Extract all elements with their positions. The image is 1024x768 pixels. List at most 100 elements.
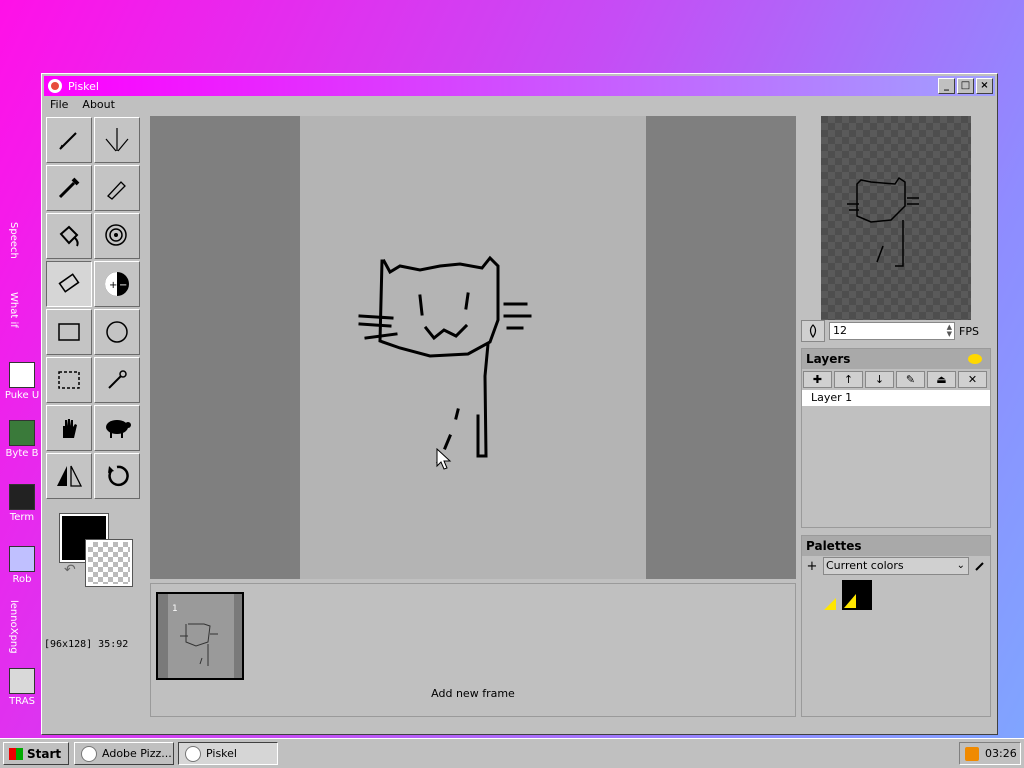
- plus-icon: ✚: [812, 373, 823, 386]
- windows-logo-icon: [9, 747, 23, 760]
- desktop-icon-label: Rob: [12, 574, 32, 585]
- pen-icon: [59, 132, 77, 150]
- svg-text:+: +: [109, 280, 117, 291]
- palette-icon: [185, 745, 201, 762]
- onion-skin-icon[interactable]: [801, 320, 825, 342]
- layer-toolbar: ✚ ↑ ↓ ✎ ⏏ ✕: [802, 369, 990, 390]
- desktop-icon[interactable]: Term: [2, 484, 42, 523]
- paint-same-color-tool[interactable]: [94, 213, 140, 259]
- taskbar-item-piskel[interactable]: Piskel: [178, 742, 278, 765]
- marker-icon: [58, 177, 80, 199]
- palette-icon: [81, 745, 97, 762]
- rss-icon[interactable]: [965, 746, 979, 761]
- menu-file[interactable]: File: [50, 98, 68, 116]
- menu-about[interactable]: About: [82, 98, 115, 116]
- frame-thumbnail[interactable]: 1: [156, 592, 244, 680]
- animation-preview: [801, 116, 991, 320]
- rotate-icon: [108, 465, 129, 487]
- desktop-icon[interactable]: Rob: [2, 546, 42, 585]
- task-label: Adobe Pizz...: [102, 747, 172, 760]
- close-button[interactable]: ×: [976, 78, 993, 94]
- trash-icon: [9, 668, 35, 694]
- stroke-tool[interactable]: [46, 165, 92, 211]
- move-layer-down-button[interactable]: ↓: [865, 371, 894, 388]
- paint-bucket-tool[interactable]: [46, 213, 92, 259]
- close-icon: ✕: [967, 373, 978, 386]
- cursor-coordinates: [96x128] 35:92: [44, 639, 129, 650]
- start-label: Start: [27, 746, 62, 761]
- merge-layer-button[interactable]: ⏏: [927, 371, 956, 388]
- shape-select-tool[interactable]: [94, 405, 140, 451]
- eraser-tool[interactable]: [46, 261, 92, 307]
- start-button[interactable]: Start: [3, 742, 69, 765]
- add-new-frame-button[interactable]: Add new frame: [151, 687, 795, 700]
- arrow-up-icon: ↑: [843, 373, 854, 386]
- cat-drawing: [358, 255, 532, 464]
- fps-control: 12 ▲ ▼ FPS: [801, 320, 991, 342]
- move-tool[interactable]: [46, 405, 92, 451]
- palette-icon: [48, 79, 62, 93]
- plus-icon: +: [806, 558, 818, 574]
- move-layer-up-button[interactable]: ↑: [834, 371, 863, 388]
- palette-select[interactable]: Current colors ⌄: [823, 557, 969, 575]
- sheep-icon: [106, 420, 131, 438]
- preview-canvas: [821, 116, 971, 320]
- maximize-button[interactable]: □: [957, 78, 974, 94]
- rectangle-select-tool[interactable]: [46, 357, 92, 403]
- fps-input[interactable]: 12 ▲ ▼: [829, 322, 955, 340]
- mirror-pen-icon: [105, 128, 129, 152]
- eyedropper-icon: [108, 370, 127, 389]
- task-label: Piskel: [206, 747, 237, 760]
- clock: 03:26: [985, 747, 1017, 760]
- add-palette-button[interactable]: +: [803, 557, 821, 575]
- layers-panel: Layers ✚ ↑ ↓ ✎ ⏏ ✕ Layer 1: [801, 348, 991, 528]
- flip-tool[interactable]: [46, 453, 92, 499]
- menu-bar: File About: [46, 98, 115, 116]
- drawing-canvas-area[interactable]: [150, 116, 796, 579]
- window-title: Piskel: [68, 79, 99, 93]
- taskbar: Start Adobe Pizz... Piskel 03:26: [0, 738, 1024, 768]
- secondary-palette-marker-icon: [824, 598, 836, 610]
- desktop-label: lennoXpng: [8, 600, 19, 654]
- primary-marker-icon: [844, 594, 856, 608]
- rectangle-tool[interactable]: [46, 309, 92, 355]
- eraser-icon: [58, 273, 80, 293]
- edit-palette-button[interactable]: [971, 557, 989, 575]
- color-picker-tool[interactable]: [94, 357, 140, 403]
- palette-swatch-black[interactable]: [842, 580, 872, 610]
- rotate-tool[interactable]: [94, 453, 140, 499]
- minimize-button[interactable]: _: [938, 78, 955, 94]
- pencil-icon: ✎: [905, 373, 916, 386]
- circle-tool[interactable]: [94, 309, 140, 355]
- layers-header: Layers: [802, 349, 990, 369]
- secondary-color-swatch[interactable]: [85, 539, 133, 587]
- image-icon: [9, 420, 35, 446]
- system-tray: 03:26: [959, 742, 1021, 765]
- desktop-icon[interactable]: Puke U: [2, 362, 42, 401]
- flip-icon: [57, 465, 83, 487]
- vertical-mirror-pen-tool[interactable]: [94, 117, 140, 163]
- spiral-bucket-icon: [105, 224, 127, 246]
- contrast-icon: + −: [105, 272, 129, 296]
- fps-stepper-icon[interactable]: ▲ ▼: [947, 324, 952, 338]
- selection-icon: [58, 371, 80, 389]
- layer-item[interactable]: Layer 1: [802, 390, 990, 406]
- delete-layer-button[interactable]: ✕: [958, 371, 987, 388]
- lighten-tool[interactable]: [94, 165, 140, 211]
- taskbar-item-adobe-pizz[interactable]: Adobe Pizz...: [74, 742, 174, 765]
- palettes-header: Palettes: [802, 536, 990, 556]
- add-layer-button[interactable]: ✚: [803, 371, 832, 388]
- fps-value: 12: [833, 324, 847, 337]
- drawing-canvas[interactable]: [300, 116, 646, 579]
- desktop-icon-label: Term: [9, 512, 35, 523]
- desktop-label: What if: [8, 292, 19, 328]
- desktop-icon[interactable]: TRAS: [2, 668, 42, 707]
- swap-colors-icon[interactable]: ↶: [64, 562, 80, 578]
- pdf-icon: [9, 362, 35, 388]
- edit-layer-button[interactable]: ✎: [896, 371, 925, 388]
- title-bar[interactable]: Piskel _ □ ×: [44, 76, 995, 96]
- desktop-icon[interactable]: Byte B: [2, 420, 42, 459]
- pen-tool[interactable]: [46, 117, 92, 163]
- eye-icon[interactable]: [968, 354, 982, 364]
- dither-tool[interactable]: + −: [94, 261, 140, 307]
